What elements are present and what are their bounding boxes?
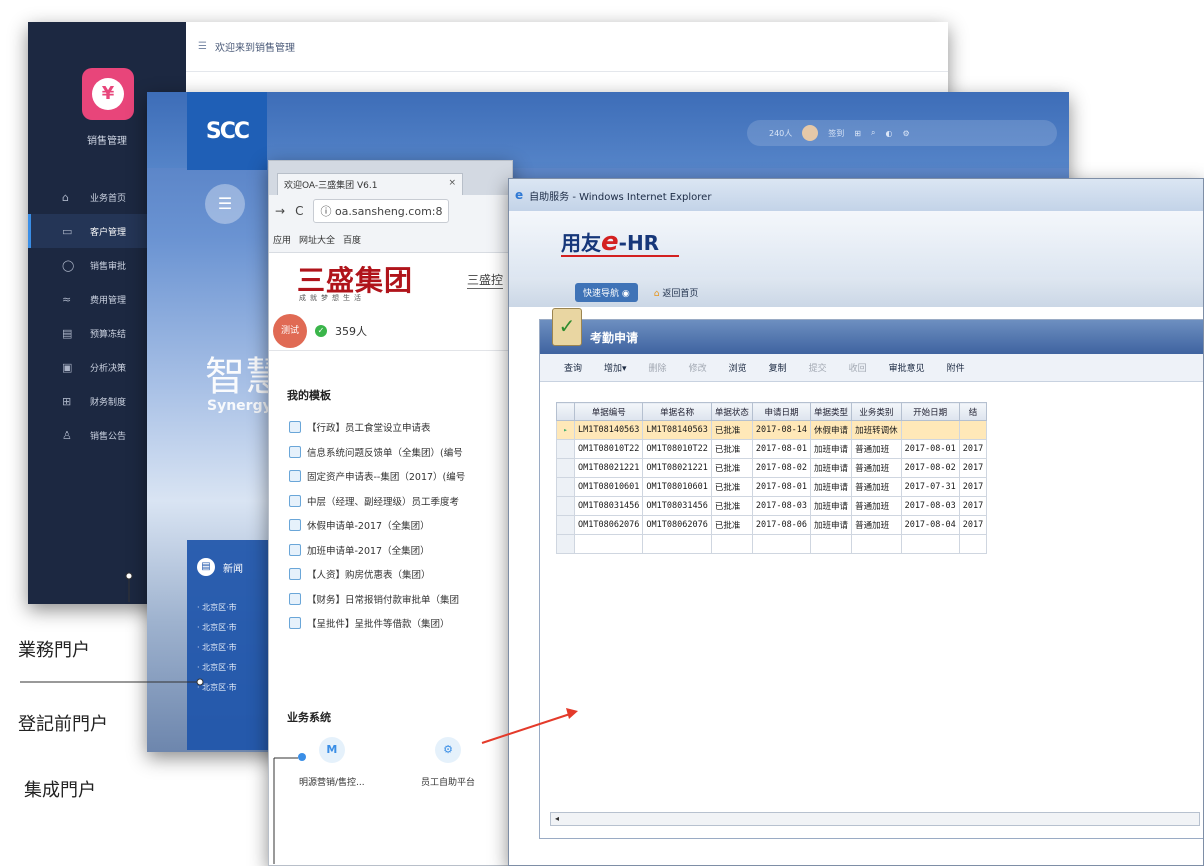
connector-dot-business	[125, 572, 133, 580]
connector-lines	[20, 572, 578, 864]
business-portal-label: 業務門户	[18, 640, 90, 661]
registration-portal-label: 登記前門户	[18, 714, 108, 735]
pointer-arrow-head	[566, 708, 578, 719]
connector-dot-integrated	[298, 753, 306, 761]
pointer-arrow-line	[481, 713, 571, 744]
connector-dot-registration	[196, 678, 204, 686]
integrated-portal-label: 集成門户	[24, 780, 96, 801]
